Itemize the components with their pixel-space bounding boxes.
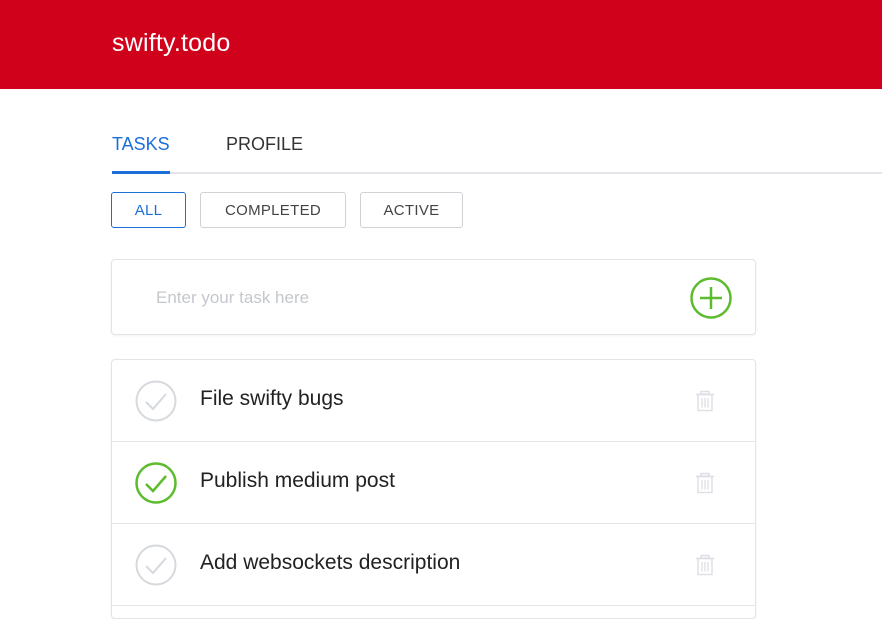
- new-task-card: [111, 259, 756, 335]
- task-title: Add websockets description: [200, 551, 461, 574]
- trash-icon[interactable]: [694, 390, 716, 412]
- check-circle-icon[interactable]: [134, 461, 178, 505]
- trash-icon[interactable]: [694, 554, 716, 576]
- plus-circle-icon[interactable]: [689, 276, 733, 320]
- task-row: Publish medium post: [112, 442, 755, 524]
- tab-tasks[interactable]: TASKS: [112, 134, 170, 155]
- filter-all-button[interactable]: ALL: [111, 192, 186, 228]
- task-row: File swifty bugs: [112, 360, 755, 442]
- brand-logo[interactable]: swifty.todo: [112, 29, 230, 58]
- check-circle-icon[interactable]: [134, 379, 178, 423]
- filter-completed-button[interactable]: COMPLETED: [200, 192, 346, 228]
- app-header: swifty.todo: [0, 0, 882, 89]
- task-list: File swifty bugs Publish medium post Add…: [111, 359, 756, 619]
- check-circle-icon[interactable]: [134, 543, 178, 587]
- tab-profile[interactable]: PROFILE: [226, 134, 303, 155]
- task-row: Add websockets description: [112, 524, 755, 606]
- active-tab-indicator: [112, 171, 170, 174]
- filter-active-button[interactable]: ACTIVE: [360, 192, 463, 228]
- tab-bar: TASKS PROFILE: [112, 130, 882, 174]
- task-title: File swifty bugs: [200, 387, 344, 410]
- task-title: Publish medium post: [200, 469, 395, 492]
- trash-icon[interactable]: [694, 472, 716, 494]
- new-task-input[interactable]: [154, 282, 678, 314]
